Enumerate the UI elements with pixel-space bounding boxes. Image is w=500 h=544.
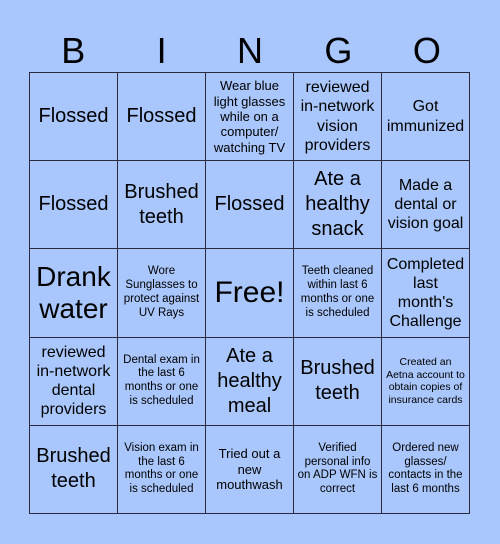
bingo-cell[interactable]: reviewed in-network dental providers	[30, 337, 118, 426]
bingo-header: B I N G O	[29, 30, 471, 72]
bingo-cell[interactable]: Ate a healthy meal	[206, 337, 294, 426]
bingo-cell[interactable]: Vision exam in the last 6 months or one …	[118, 425, 206, 514]
free-space-cell[interactable]: Free!	[206, 249, 294, 338]
bingo-cell[interactable]: Brushed teeth	[294, 337, 382, 426]
header-letter-o: O	[412, 30, 441, 71]
bingo-cell[interactable]: Completed last month's Challenge	[382, 249, 470, 338]
bingo-cell[interactable]: Tried out a new mouthwash	[206, 425, 294, 514]
bingo-grid: Flossed Flossed Wear blue light glasses …	[29, 72, 470, 514]
bingo-cell[interactable]: Flossed	[30, 161, 118, 250]
bingo-cell[interactable]: Wore Sunglasses to protect against UV Ra…	[118, 249, 206, 338]
bingo-cell[interactable]: Dental exam in the last 6 months or one …	[118, 337, 206, 426]
bingo-cell[interactable]: Brushed teeth	[118, 161, 206, 250]
bingo-cell[interactable]: Ordered new glasses/ contacts in the las…	[382, 425, 470, 514]
bingo-cell[interactable]: Teeth cleaned within last 6 months or on…	[294, 249, 382, 338]
bingo-cell[interactable]: Flossed	[118, 73, 206, 162]
bingo-cell[interactable]: Got immunized	[382, 73, 470, 162]
bingo-cell[interactable]: Wear blue light glasses while on a compu…	[206, 73, 294, 162]
bingo-cell[interactable]: Ate a healthy snack	[294, 161, 382, 250]
bingo-cell[interactable]: reviewed in-network vision providers	[294, 73, 382, 162]
bingo-cell[interactable]: Flossed	[30, 73, 118, 162]
bingo-cell[interactable]: Drank water	[30, 249, 118, 338]
bingo-cell[interactable]: Created an Aetna account to obtain copie…	[382, 337, 470, 426]
bingo-cell[interactable]: Made a dental or vision goal	[382, 161, 470, 250]
header-letter-b: B	[61, 30, 86, 71]
bingo-cell[interactable]: Verified personal info on ADP WFN is cor…	[294, 425, 382, 514]
bingo-cell[interactable]: Flossed	[206, 161, 294, 250]
header-letter-i: I	[156, 30, 167, 71]
header-letter-g: G	[324, 30, 353, 71]
bingo-cell[interactable]: Brushed teeth	[30, 425, 118, 514]
header-letter-n: N	[237, 30, 264, 71]
